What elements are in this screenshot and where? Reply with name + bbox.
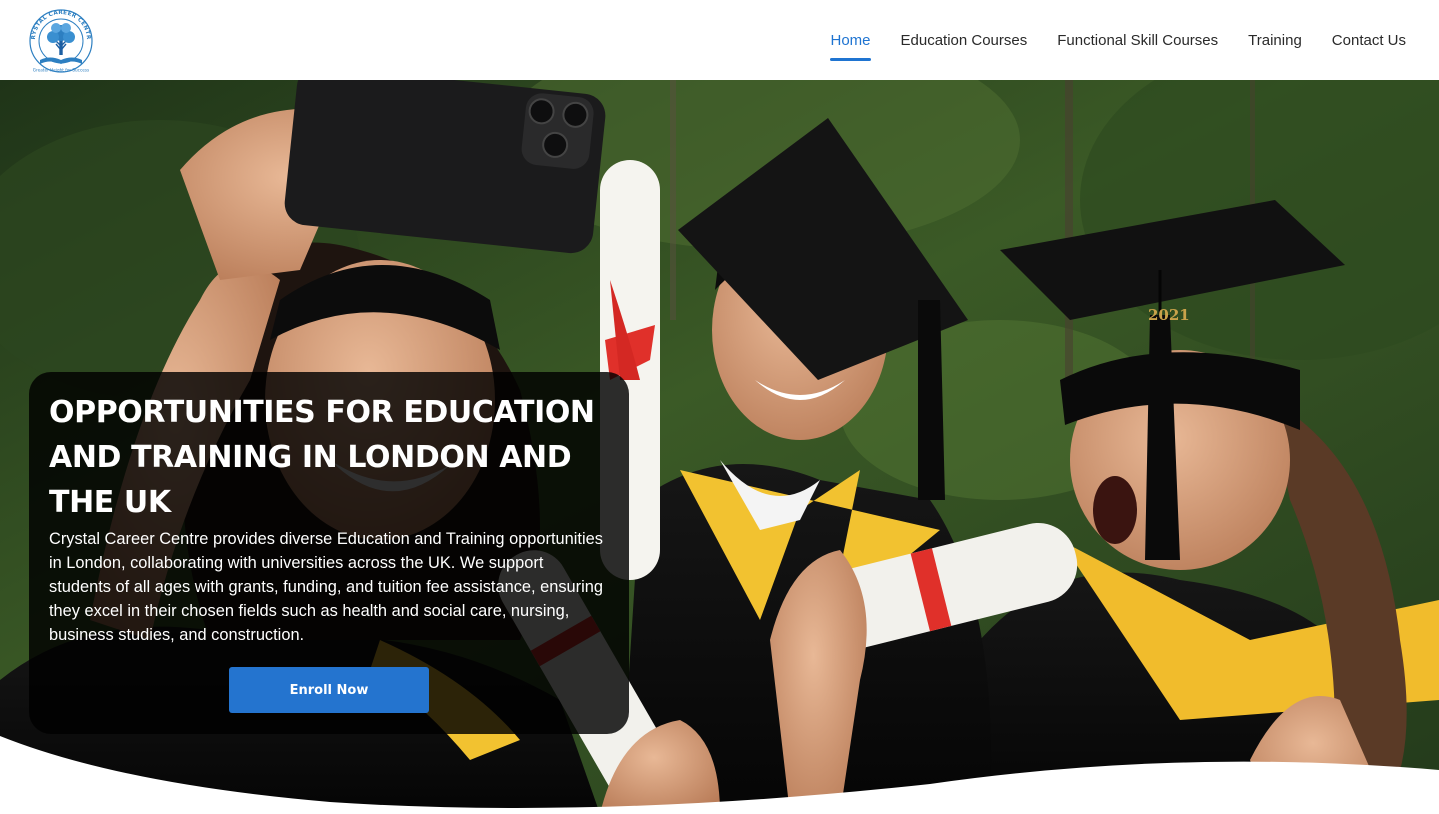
hero-text-card: OPPORTUNITIES FOR EDUCATION AND TRAINING… (29, 372, 629, 734)
hero-bottom-wave (0, 736, 1439, 814)
nav-item-contact-us[interactable]: Contact Us (1332, 26, 1406, 55)
logo-tagline: Greater Height for Success (33, 68, 89, 73)
site-header: CRYSTAL CAREER CENTRE Greater Height for… (0, 0, 1439, 80)
nav-item-functional-skill-courses[interactable]: Functional Skill Courses (1057, 26, 1218, 55)
hero-title: OPPORTUNITIES FOR EDUCATION AND TRAINING… (49, 395, 595, 520)
nav-item-training[interactable]: Training (1248, 26, 1302, 55)
hero-banner: 2021 OPPORTUNITIES FOR EDUCATION AND TRA… (0, 80, 1439, 814)
tassel-year-text: 2021 (1148, 306, 1190, 324)
nav-item-education-courses[interactable]: Education Courses (901, 26, 1028, 55)
nav-item-home[interactable]: Home (830, 26, 871, 61)
enroll-now-button[interactable]: Enroll Now (229, 667, 429, 713)
tree-logo-icon: CRYSTAL CAREER CENTRE Greater Height for… (26, 6, 93, 73)
hero-description: Crystal Career Centre provides diverse E… (49, 530, 603, 644)
main-nav: Home Education Courses Functional Skill … (830, 0, 1406, 80)
logo[interactable]: CRYSTAL CAREER CENTRE Greater Height for… (26, 6, 96, 74)
